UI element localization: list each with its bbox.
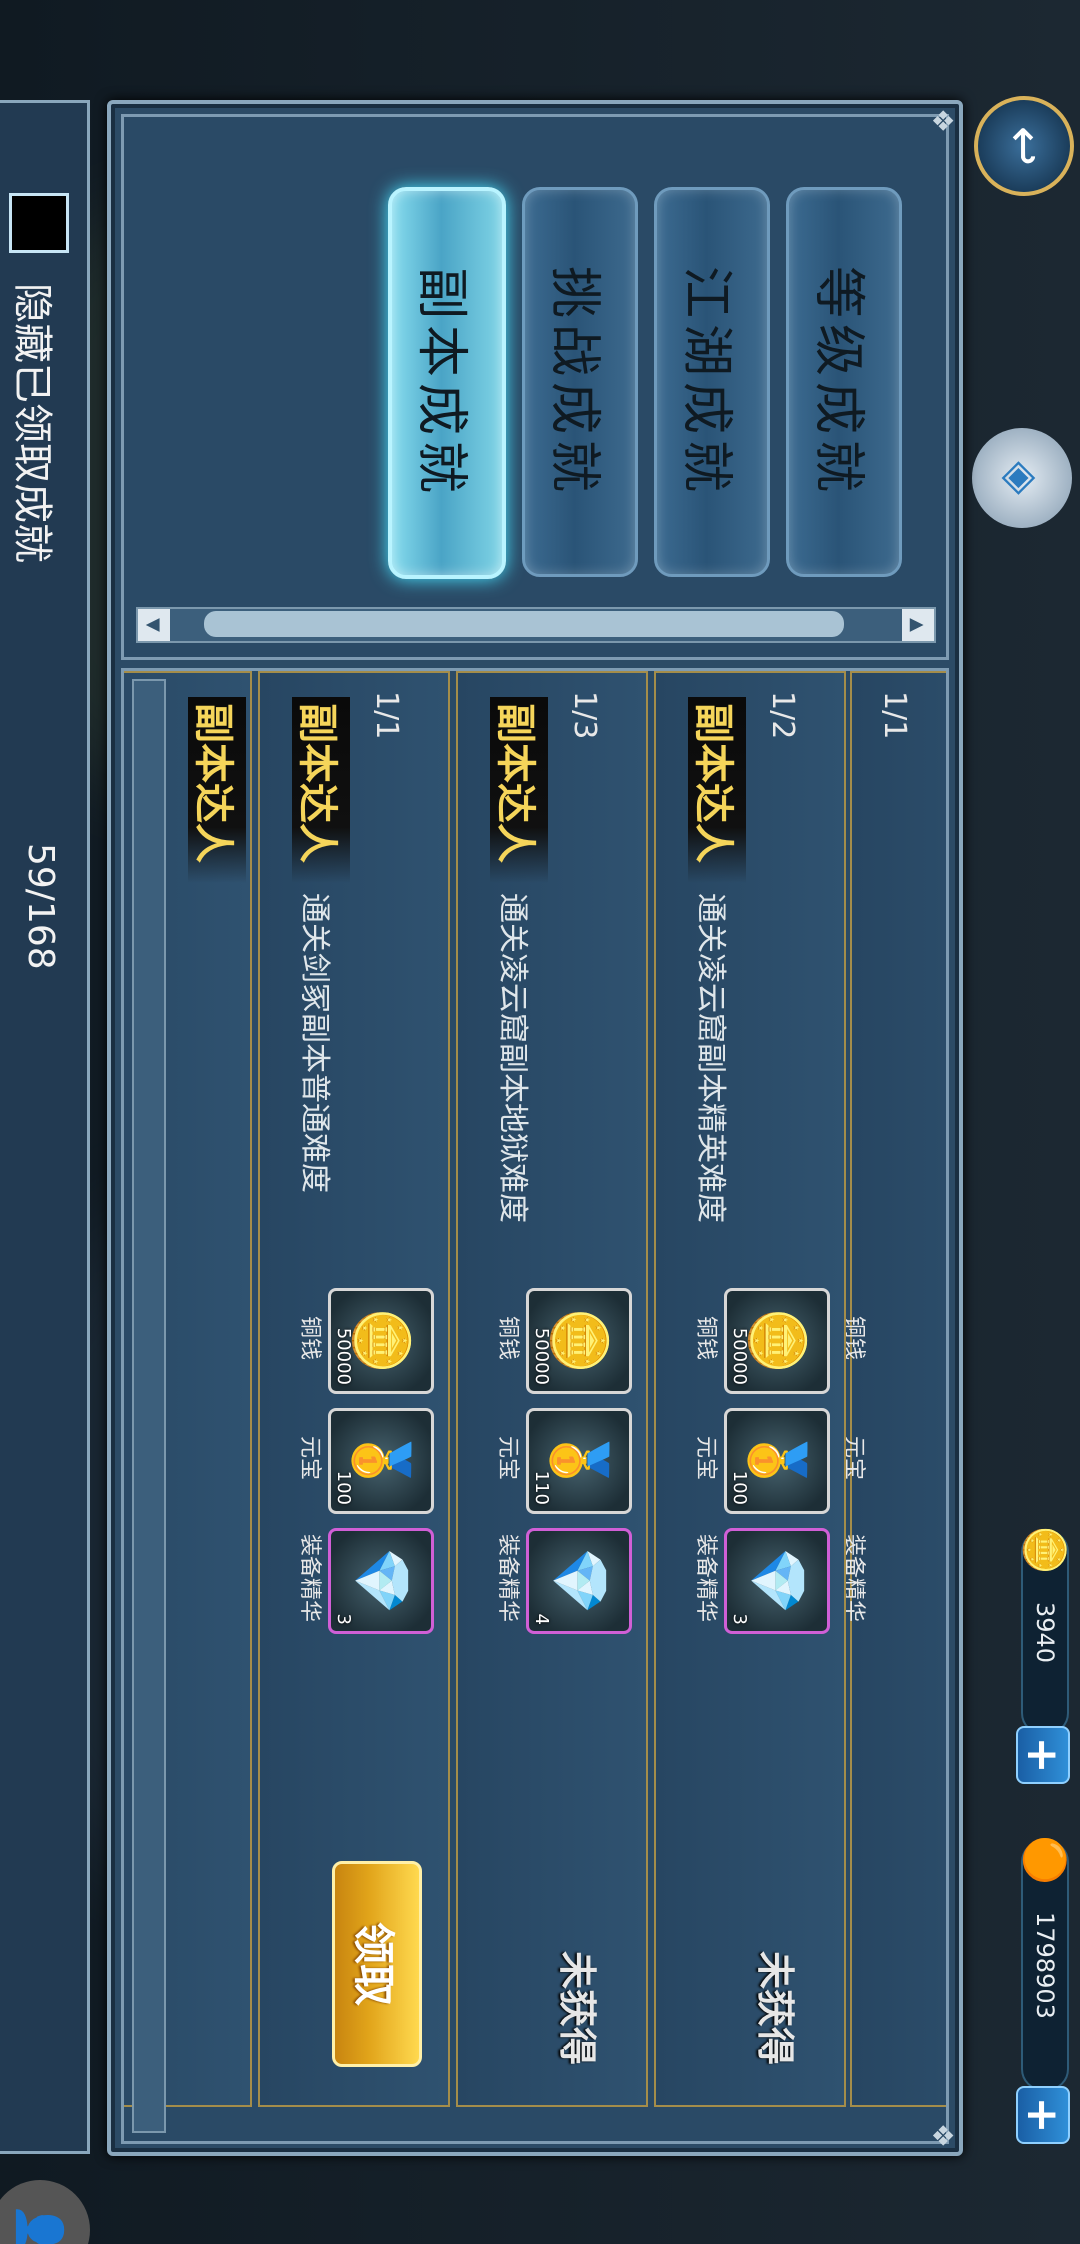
status-not-obtained: 未获得: [555, 1950, 600, 2065]
achievement-row: 1/3 副本达人 通关凌云窟副本地狱难度 🪙 50000 铜钱 🥇 110 元宝 💎…: [456, 671, 648, 2107]
corner-ornament-icon: ❖: [926, 108, 959, 134]
reward-label: 元宝: [495, 1435, 520, 1480]
copper-coin-reward-icon[interactable]: 🪙 50000: [328, 1288, 434, 1394]
achievement-row: 1/1 副本达人 通关剑冢副本普通难度 🪙 50000 铜钱 🥇 100 元宝 💎 3…: [258, 671, 450, 2107]
hide-claimed-label: 隐藏已领取成就: [9, 283, 55, 563]
reward-amount: 100: [729, 1470, 750, 1505]
tabs-scrollbar[interactable]: ▲ ▼: [136, 607, 936, 643]
status-not-obtained: 未获得: [753, 1950, 798, 2065]
gold-ingot-icon: 🪙: [1021, 1525, 1068, 1575]
tab-dungeon[interactable]: 副本成就: [388, 187, 506, 579]
tab-label: 等级成就: [808, 265, 869, 498]
achievement-description: 通关凌云窟副本地狱难度: [495, 893, 530, 1223]
scroll-down-icon[interactable]: ▼: [138, 609, 170, 641]
top-bar: ↩ ◈ 🪙 3940 + 🟠 1798903 +: [972, 0, 1080, 2244]
tab-label: 挑战成就: [544, 265, 605, 498]
achievement-progress: 1/1: [369, 691, 404, 740]
reward-label: 装备精华: [297, 1533, 322, 1622]
achievement-title: 副本达人: [292, 697, 350, 883]
tab-challenge[interactable]: 挑战成就: [522, 187, 638, 577]
achievement-progress: 1/3: [567, 691, 602, 740]
gold-ingot-reward-icon[interactable]: 🥇 110: [526, 1408, 632, 1514]
reward-amount: 50000: [729, 1327, 750, 1385]
equipment-essence-reward-icon[interactable]: 💎 3: [724, 1528, 830, 1634]
reward-amount: 100: [333, 1470, 354, 1505]
achievement-description: 通关剑冢副本普通难度: [297, 893, 332, 1193]
reward-amount: 3: [333, 1613, 354, 1625]
equipment-essence-reward-icon[interactable]: 💎 4: [526, 1528, 632, 1634]
tab-label: 副本成就: [411, 266, 472, 499]
achievement-row: 1/1 铜钱 元宝 装备精华: [841, 671, 949, 2107]
add-gold-ingot-button[interactable]: +: [1016, 1726, 1070, 1784]
footer-bar: 隐藏已领取成就 59/168: [0, 100, 90, 2154]
back-button[interactable]: ↩: [974, 96, 1074, 196]
cube-icon[interactable]: ◈: [972, 428, 1072, 528]
tab-label: 江湖成就: [676, 265, 737, 498]
scroll-thumb[interactable]: [204, 611, 844, 637]
gold-ingot-reward-icon[interactable]: 🥇 100: [328, 1408, 434, 1514]
achievement-title: 副本达人: [688, 697, 746, 883]
corner-ornament-icon: ❖: [926, 2122, 959, 2148]
copper-coin-currency: 🟠 1798903 +: [1016, 1835, 1074, 2144]
reward-amount: 50000: [333, 1327, 354, 1385]
reward-amount: 50000: [531, 1327, 552, 1385]
copper-coin-reward-icon[interactable]: 🪙 50000: [724, 1288, 830, 1394]
category-tabs: 等级成就 江湖成就 挑战成就 副本成就 ▲ ▼: [121, 114, 949, 660]
achievement-screen: ↩ ◈ 🪙 3940 + 🟠 1798903 + 等级成就 江湖成就 挑战成就 …: [0, 0, 1080, 2244]
hide-claimed-checkbox[interactable]: [9, 193, 69, 253]
reward-label: 装备精华: [693, 1533, 718, 1622]
reward-amount: 110: [531, 1470, 552, 1505]
gold-ingot-reward-icon[interactable]: 🥇 100: [724, 1408, 830, 1514]
reward-label: 铜钱: [297, 1315, 322, 1360]
reward-amount: 3: [729, 1613, 750, 1625]
copper-coin-value: 1798903: [1031, 1912, 1059, 2019]
achievement-panel: 等级成就 江湖成就 挑战成就 副本成就 ▲ ▼ 1/1 铜钱 元宝 装备精华 1…: [107, 100, 963, 2156]
achievement-title: 副本达人: [188, 697, 246, 883]
achievement-progress: 1/2: [765, 691, 800, 740]
tab-level[interactable]: 等级成就: [786, 187, 902, 577]
reward-label: 铜钱: [693, 1315, 718, 1360]
reward-label: 铜钱: [495, 1315, 520, 1360]
achievement-progress: 1/1: [877, 691, 912, 740]
avatar[interactable]: 👤: [0, 2180, 90, 2244]
equipment-essence-reward-icon[interactable]: 💎 3: [328, 1528, 434, 1634]
reward-label: 元宝: [297, 1435, 322, 1480]
add-copper-coin-button[interactable]: +: [1016, 2086, 1070, 2144]
achievement-description: 通关凌云窟副本精英难度: [693, 893, 728, 1223]
gold-ingot-currency: 🪙 3940 +: [1016, 1525, 1074, 1784]
reward-label: 元宝: [693, 1435, 718, 1480]
achievement-list: 1/1 铜钱 元宝 装备精华 1/2 副本达人 通关凌云窟副本精英难度 🪙 500…: [121, 668, 949, 2144]
list-scrollbar[interactable]: [132, 679, 166, 2133]
claim-button[interactable]: 领取: [332, 1861, 422, 2067]
tab-jianghu[interactable]: 江湖成就: [654, 187, 770, 577]
achievement-count: 59/168: [20, 843, 61, 970]
gold-ingot-value: 3940: [1031, 1602, 1059, 1664]
copper-coin-reward-icon[interactable]: 🪙 50000: [526, 1288, 632, 1394]
achievement-row: 1/2 副本达人 通关凌云窟副本精英难度 🪙 50000 铜钱 🥇 100 元宝 💎…: [654, 671, 846, 2107]
reward-amount: 4: [531, 1613, 552, 1625]
achievement-title: 副本达人: [490, 697, 548, 883]
reward-label: 装备精华: [495, 1533, 520, 1622]
copper-coin-icon: 🟠: [1021, 1835, 1068, 1885]
scroll-up-icon[interactable]: ▲: [902, 609, 934, 641]
